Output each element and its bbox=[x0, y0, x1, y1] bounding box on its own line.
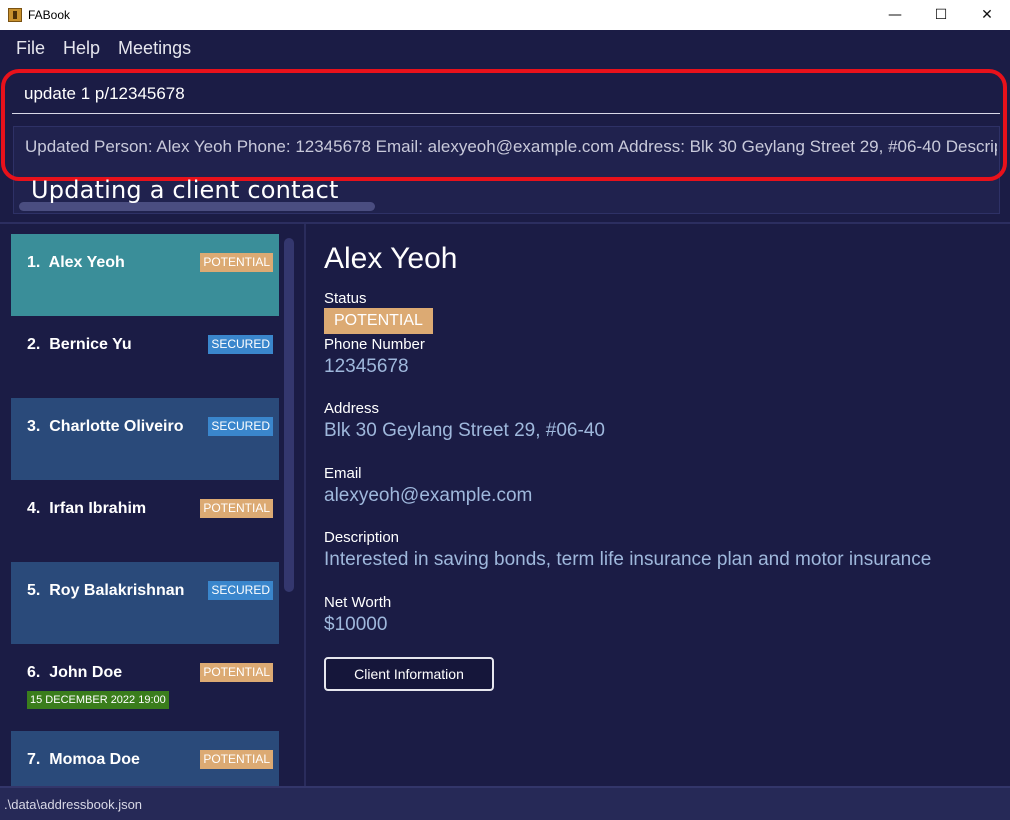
status-badge: SECURED bbox=[208, 335, 273, 354]
window-controls: — ☐ ✕ bbox=[872, 0, 1010, 30]
status-badge: POTENTIAL bbox=[200, 499, 273, 518]
person-name: 6. John Doe bbox=[27, 664, 123, 681]
status-badge: POTENTIAL bbox=[200, 663, 273, 682]
detail-status-badge: POTENTIAL bbox=[324, 308, 433, 334]
detail-description-label: Description bbox=[324, 529, 400, 546]
client-information-button[interactable]: Client Information bbox=[324, 657, 494, 691]
person-name: 2. Bernice Yu bbox=[27, 336, 132, 353]
annotation-highlight bbox=[1, 69, 1007, 181]
detail-name: Alex Yeoh bbox=[324, 242, 458, 275]
annotation-caption: Updating a client contact bbox=[31, 176, 339, 204]
detail-phone-value: 12345678 bbox=[324, 356, 409, 377]
person-list: 1. Alex Yeoh POTENTIAL 2. Bernice Yu SEC… bbox=[0, 224, 306, 786]
data-file-path: .\data\addressbook.json bbox=[4, 796, 143, 812]
person-name: 4. Irfan Ibrahim bbox=[27, 500, 147, 517]
detail-phone-label: Phone Number bbox=[324, 336, 425, 353]
person-card-4[interactable]: 4. Irfan Ibrahim POTENTIAL bbox=[11, 480, 279, 562]
person-detail-panel: Alex Yeoh Status POTENTIAL Phone Number … bbox=[308, 224, 1010, 786]
person-card-5[interactable]: 5. Roy Balakrishnan SECURED bbox=[11, 562, 279, 644]
person-card-7[interactable]: 7. Momoa Doe POTENTIAL bbox=[11, 731, 279, 786]
title-bar: FABook — ☐ ✕ bbox=[0, 0, 1010, 30]
detail-networth-label: Net Worth bbox=[324, 594, 392, 611]
person-name: 7. Momoa Doe bbox=[27, 751, 140, 768]
status-badge: POTENTIAL bbox=[200, 253, 273, 272]
person-card-1[interactable]: 1. Alex Yeoh POTENTIAL bbox=[11, 234, 279, 316]
maximize-icon[interactable]: ☐ bbox=[918, 0, 964, 30]
person-card-2[interactable]: 2. Bernice Yu SECURED bbox=[11, 316, 279, 398]
status-badge: SECURED bbox=[208, 417, 273, 436]
meeting-badge: 15 DECEMBER 2022 19:00 bbox=[27, 691, 169, 709]
menu-file[interactable]: File bbox=[16, 38, 45, 59]
detail-address-value: Blk 30 Geylang Street 29, #06-40 bbox=[324, 420, 605, 441]
person-name: 5. Roy Balakrishnan bbox=[27, 582, 185, 599]
list-scrollbar[interactable] bbox=[284, 238, 294, 592]
status-badge: SECURED bbox=[208, 581, 273, 600]
detail-address-label: Address bbox=[324, 400, 380, 417]
detail-status-label: Status bbox=[324, 290, 367, 307]
window-title: FABook bbox=[28, 8, 71, 22]
menu-help[interactable]: Help bbox=[63, 38, 100, 59]
detail-networth-value: $10000 bbox=[324, 614, 388, 635]
detail-email-value: alexyeoh@example.com bbox=[324, 485, 533, 506]
status-badge: POTENTIAL bbox=[200, 750, 273, 769]
detail-email-label: Email bbox=[324, 465, 362, 482]
person-card-3[interactable]: 3. Charlotte Oliveiro SECURED bbox=[11, 398, 279, 480]
person-name: 1. Alex Yeoh bbox=[27, 254, 125, 271]
person-name: 3. Charlotte Oliveiro bbox=[27, 418, 184, 435]
menu-bar: File Help Meetings bbox=[0, 30, 1010, 66]
detail-description-value: Interested in saving bonds, term life in… bbox=[324, 549, 932, 570]
close-icon[interactable]: ✕ bbox=[964, 0, 1010, 30]
minimize-icon[interactable]: — bbox=[872, 0, 918, 30]
app-logo-icon bbox=[8, 8, 22, 22]
person-card-6[interactable]: 6. John Doe POTENTIAL 15 DECEMBER 2022 1… bbox=[11, 644, 279, 726]
status-bar: .\data\addressbook.json bbox=[0, 786, 1010, 820]
menu-meetings[interactable]: Meetings bbox=[118, 38, 191, 59]
